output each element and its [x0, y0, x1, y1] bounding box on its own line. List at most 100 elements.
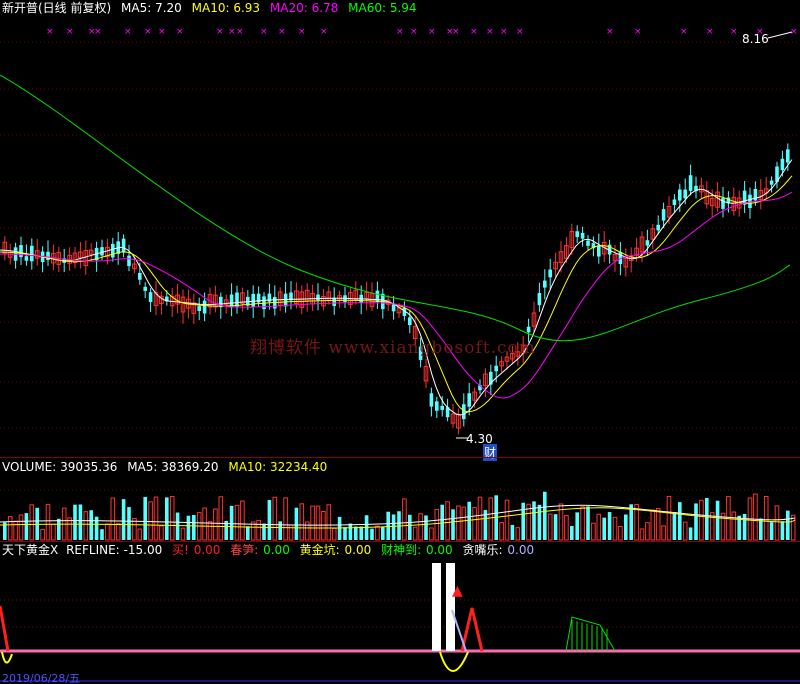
volume-bar: [434, 508, 440, 541]
caishendao-value: 0.00: [425, 543, 453, 557]
signal-marker: ×: [176, 27, 184, 37]
signal-marker: ×: [500, 27, 508, 37]
volume-bar: [769, 522, 774, 540]
candle-body: [678, 189, 682, 201]
huangjinkeng-curve: [439, 651, 469, 672]
volume-bar: [408, 514, 412, 540]
volume-bar: [83, 511, 89, 541]
indicator-header: 天下黄金X REFLINE: -15.00 买! 0.00 春笋: 0.00 黄…: [2, 542, 540, 558]
volume-bar: [429, 527, 434, 541]
volume-bar: [715, 500, 720, 540]
volume-bar: [321, 511, 326, 541]
volume-bar: [488, 497, 494, 541]
ma20-line: [0, 191, 793, 399]
ma5-line: [0, 159, 793, 416]
volume-bar: [774, 505, 780, 541]
volume-bar: [180, 527, 186, 541]
candle-body: [391, 304, 396, 312]
volume-bar: [262, 523, 266, 540]
candle-body: [645, 240, 650, 246]
signal-marker: ×: [228, 27, 236, 37]
signal-marker: ×: [396, 27, 404, 37]
buy-signal-line: [460, 607, 484, 652]
date-label: 2019/06/28/五: [2, 672, 81, 684]
ma10-label: MA10: 6.93: [191, 1, 261, 15]
volume-bar: [575, 512, 579, 540]
volume-bar: [310, 505, 315, 541]
stock-chart-window[interactable]: × × × × × × × × × × × × × × × × × × × × × × × × × × × × × × × ▲ 翔博软件 ww…: [0, 0, 800, 684]
volume-bar: [202, 507, 207, 541]
signal-marker: ×: [158, 27, 166, 37]
chunsun-label: 春笋:: [230, 543, 259, 557]
candle-body: [148, 292, 153, 302]
huangjinkeng-label: 黄金坑:: [299, 543, 340, 557]
signal-marker: ×: [730, 27, 738, 37]
candle-body: [111, 243, 115, 258]
volume-bar: [499, 522, 504, 541]
volume-bar: [655, 508, 661, 541]
candle-body: [494, 365, 498, 372]
volume-bar: [159, 525, 164, 541]
panel-separator: [0, 457, 800, 458]
volume-ma10-label: MA10: 32234.40: [228, 460, 328, 474]
indicator-bar: [446, 563, 455, 651]
price-header: 新开普(日线 前复权) MA5: 7.20 MA10: 6.93 MA20: 6…: [2, 0, 423, 16]
candle-body: [780, 158, 785, 171]
volume-bar: [678, 502, 682, 540]
candle-body: [121, 238, 126, 253]
volume-bar: [153, 496, 159, 541]
candle-body: [24, 256, 29, 261]
volume-bar: [67, 517, 72, 541]
signal-marker: ×: [516, 27, 524, 37]
signal-marker: ×: [428, 27, 436, 37]
volume-ma5-label: MA5: 38369.20: [127, 460, 219, 474]
volume-bar: [543, 491, 547, 540]
signal-marker: ×: [144, 27, 152, 37]
caishendao-label: 财神到:: [381, 543, 422, 557]
signal-marker: ×: [46, 27, 54, 37]
candle-body: [537, 293, 542, 306]
candle-body: [548, 269, 552, 278]
volume-bar: [256, 519, 261, 541]
volume-bar: [742, 513, 747, 540]
volume-bar: [278, 521, 282, 540]
candle-body: [769, 180, 774, 185]
volume-bar: [570, 525, 574, 540]
volume-bar: [299, 503, 305, 541]
volume-bar: [645, 522, 650, 541]
volume-bar: [89, 510, 93, 540]
volume-bar: [127, 507, 131, 540]
volume-bar: [526, 503, 531, 541]
volume-bar: [624, 514, 628, 540]
candle-body: [435, 401, 439, 411]
volume-bar: [165, 497, 169, 540]
volume-bar: [326, 504, 332, 541]
refline-label: REFLINE: -15.00: [66, 543, 163, 557]
signal-marker: ×: [452, 27, 460, 37]
volume-bar: [790, 514, 796, 541]
high-arrow: [767, 31, 793, 39]
volume-bar: [337, 516, 342, 540]
candle-body: [672, 199, 677, 205]
watermark: 翔博软件 www.xiangbosoft.com: [250, 338, 536, 358]
volume-bar: [402, 498, 407, 541]
volume-bar: [343, 527, 347, 540]
volume-bar: [607, 512, 612, 540]
chunsun-shape: [565, 616, 616, 652]
volume-bar: [391, 514, 396, 540]
volume-bar: [294, 507, 299, 540]
signal-marker: ×: [124, 27, 132, 37]
volume-bar: [7, 516, 13, 541]
volume-bar: [105, 523, 110, 541]
candle-body: [429, 393, 434, 407]
volume-bar: [240, 500, 245, 541]
volume-bar: [440, 504, 444, 540]
candle-body: [586, 240, 590, 246]
signal-marker: ×: [410, 27, 418, 37]
volume-bar: [591, 522, 596, 541]
volume-bar: [780, 521, 785, 540]
volume-bar: [78, 504, 83, 540]
volume-bar: [786, 510, 790, 540]
volume-bar: [564, 515, 569, 541]
ma5-label: MA5: 7.20: [121, 1, 182, 15]
